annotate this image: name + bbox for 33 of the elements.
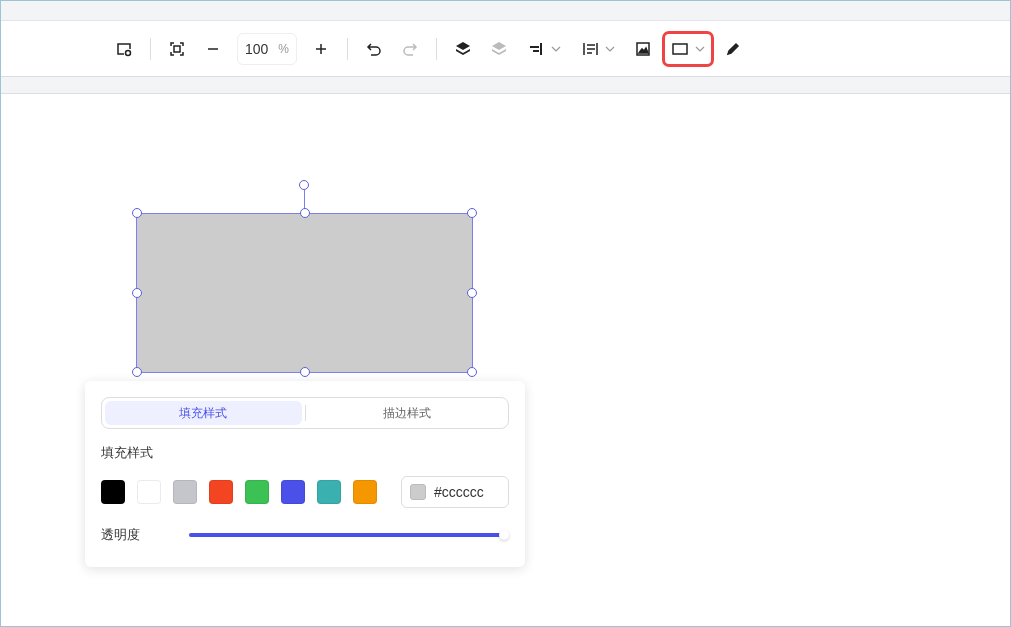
image-icon xyxy=(634,39,652,58)
color-swatch[interactable] xyxy=(281,480,305,504)
opacity-label: 透明度 xyxy=(101,526,141,544)
resize-handle[interactable] xyxy=(299,367,310,377)
caret-icon xyxy=(605,45,615,52)
color-swatch[interactable] xyxy=(101,480,125,504)
layers-icon xyxy=(454,39,472,58)
resize-handle[interactable] xyxy=(132,287,142,298)
fit-screen-icon xyxy=(168,39,186,58)
resize-handle[interactable] xyxy=(132,367,142,377)
zoom-field[interactable]: 100 % xyxy=(237,32,297,65)
caret-icon xyxy=(551,45,561,52)
style-tab[interactable]: 描边样式 xyxy=(308,401,505,425)
resize-handle[interactable] xyxy=(132,208,142,218)
color-swatch[interactable] xyxy=(245,480,269,504)
color-swatch[interactable] xyxy=(209,480,233,504)
color-swatch[interactable] xyxy=(353,480,377,504)
opacity-slider[interactable] xyxy=(189,529,509,541)
style-tab[interactable]: 填充样式 xyxy=(105,401,302,425)
color-swatch[interactable] xyxy=(173,480,197,504)
resize-handle[interactable] xyxy=(299,208,310,218)
color-swatch[interactable] xyxy=(317,480,341,504)
zoom-out-icon xyxy=(207,47,219,50)
section-title: 填充样式 xyxy=(101,444,154,462)
resize-handle[interactable] xyxy=(467,287,477,298)
shape-dropdown[interactable] xyxy=(665,33,711,64)
resize-handle[interactable] xyxy=(467,208,477,218)
layers-icon xyxy=(490,39,508,58)
hex-color-field[interactable]: #cccccc xyxy=(401,476,509,508)
rotate-handle[interactable] xyxy=(299,180,309,190)
resize-handle[interactable] xyxy=(467,367,477,377)
caret-icon xyxy=(695,45,705,52)
slider-thumb[interactable] xyxy=(499,530,509,540)
